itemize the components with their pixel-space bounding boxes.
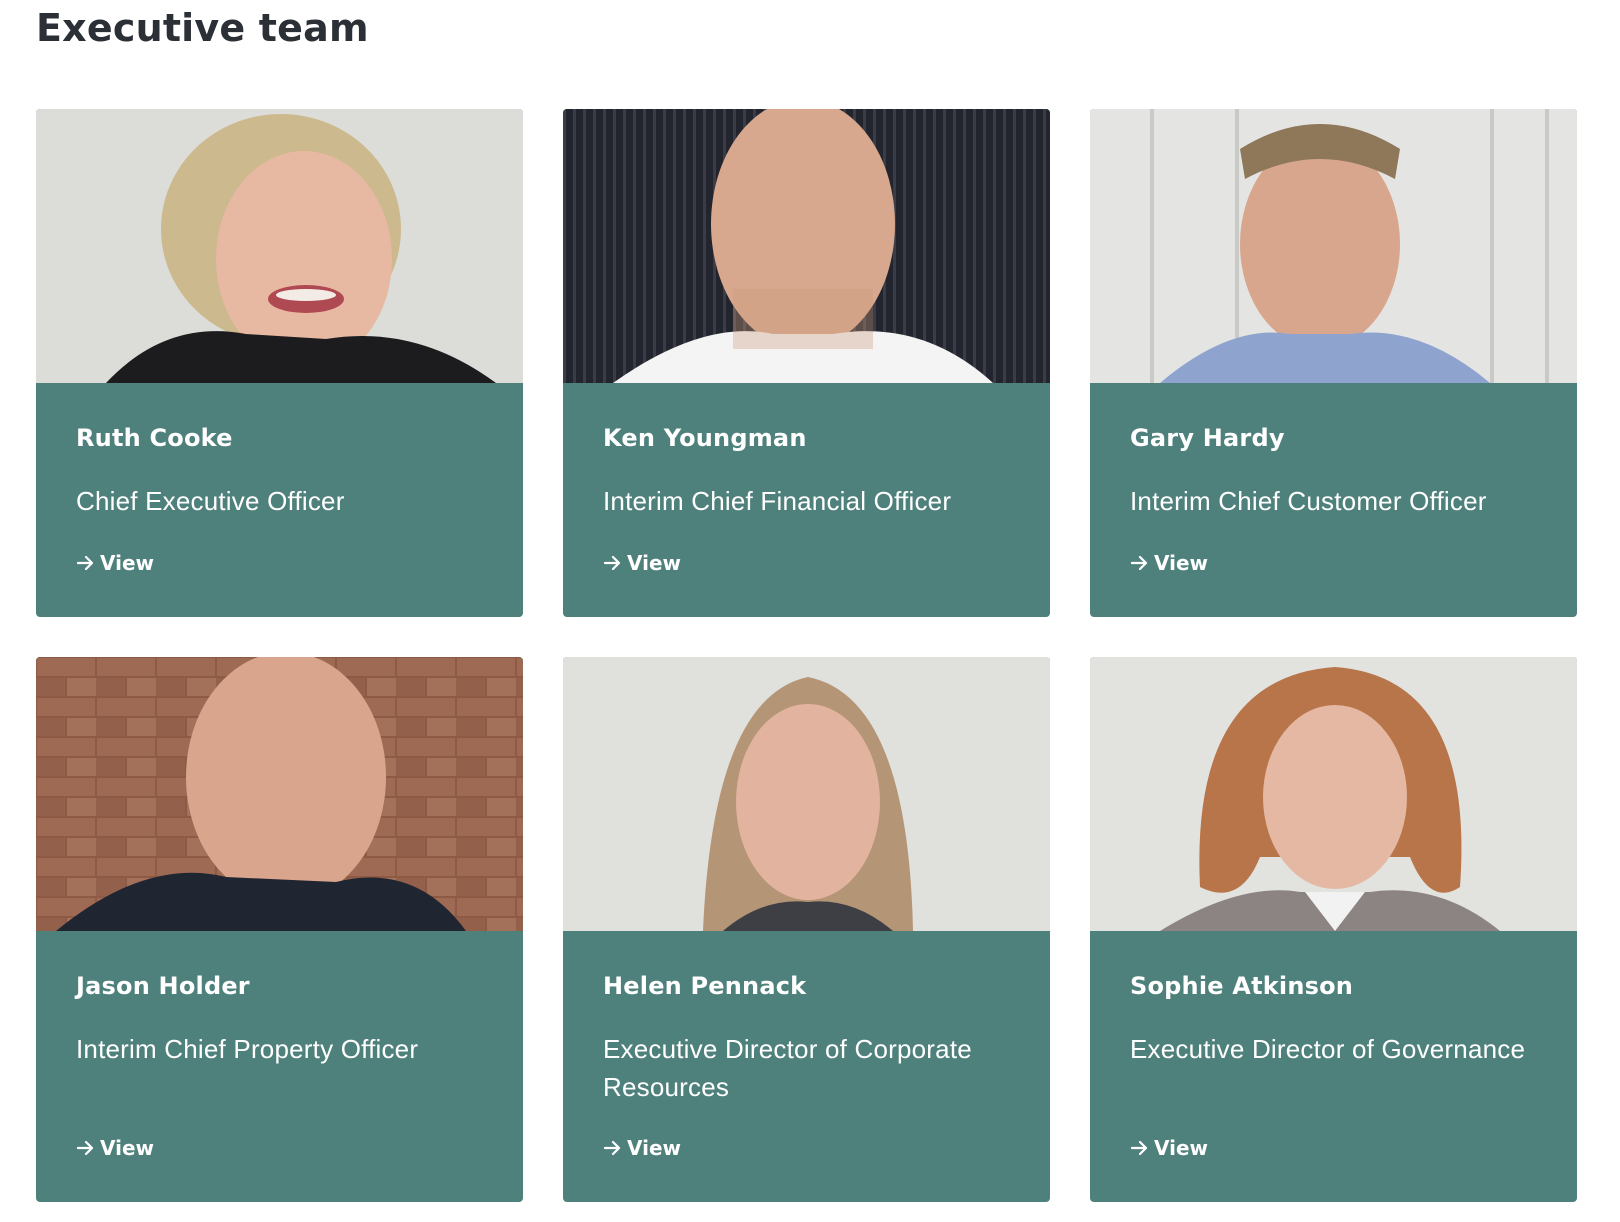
arrow-right-icon (603, 1138, 623, 1158)
profile-photo[interactable] (1090, 657, 1577, 931)
view-link-label: View (627, 1136, 682, 1160)
member-name: Helen Pennack (603, 972, 807, 1000)
view-link[interactable]: View (76, 1136, 154, 1160)
arrow-right-icon (603, 553, 623, 573)
view-link[interactable]: View (1130, 551, 1208, 575)
card-body: Jason Holder Interim Chief Property Offi… (36, 931, 523, 1202)
member-role: Chief Executive Officer (76, 486, 345, 516)
executive-team-page: Executive team Ruth Cooke Chief Executiv… (0, 0, 1620, 1222)
arrow-right-icon (1130, 1138, 1150, 1158)
view-link[interactable]: View (1130, 1136, 1208, 1160)
team-card-gary-hardy[interactable]: Gary Hardy Interim Chief Customer Office… (1090, 109, 1577, 617)
view-link[interactable]: View (603, 1136, 681, 1160)
member-role: Interim Chief Property Officer (76, 1034, 419, 1064)
view-link-label: View (627, 551, 682, 575)
card-body: Gary Hardy Interim Chief Customer Office… (1090, 383, 1577, 617)
member-role: Interim Chief Financial Officer (603, 486, 952, 516)
card-body: Ruth Cooke Chief Executive Officer View (36, 383, 523, 617)
arrow-right-icon (1130, 553, 1150, 573)
team-card-helen-pennack[interactable]: Helen Pennack Executive Director of Corp… (563, 657, 1050, 1202)
member-role: Executive Director of Governance (1130, 1034, 1526, 1064)
member-name: Ken Youngman (603, 424, 807, 452)
team-card-sophie-atkinson[interactable]: Sophie Atkinson Executive Director of Go… (1090, 657, 1577, 1202)
profile-photo[interactable] (1090, 109, 1577, 383)
card-body: Ken Youngman Interim Chief Financial Off… (563, 383, 1050, 617)
view-link[interactable]: View (603, 551, 681, 575)
team-card-ken-youngman[interactable]: Ken Youngman Interim Chief Financial Off… (563, 109, 1050, 617)
view-link-label: View (1154, 551, 1209, 575)
member-role: Executive Director of Corporate Resource… (603, 1034, 972, 1102)
member-name: Sophie Atkinson (1130, 972, 1354, 1000)
profile-photo[interactable] (36, 657, 523, 931)
view-link-label: View (1154, 1136, 1209, 1160)
card-body: Sophie Atkinson Executive Director of Go… (1090, 931, 1577, 1202)
arrow-right-icon (76, 553, 96, 573)
profile-photo[interactable] (36, 109, 523, 383)
section-title: Executive team (36, 6, 369, 50)
member-name: Jason Holder (76, 972, 250, 1000)
arrow-right-icon (76, 1138, 96, 1158)
profile-photo[interactable] (563, 657, 1050, 931)
view-link-label: View (100, 551, 155, 575)
team-card-jason-holder[interactable]: Jason Holder Interim Chief Property Offi… (36, 657, 523, 1202)
view-link-label: View (100, 1136, 155, 1160)
member-role: Interim Chief Customer Officer (1130, 486, 1487, 516)
member-name: Ruth Cooke (76, 424, 233, 452)
member-name: Gary Hardy (1130, 424, 1285, 452)
team-grid: Ruth Cooke Chief Executive Officer View (36, 109, 1578, 1202)
view-link[interactable]: View (76, 551, 154, 575)
card-body: Helen Pennack Executive Director of Corp… (563, 931, 1050, 1202)
profile-photo[interactable] (563, 109, 1050, 383)
team-card-ruth-cooke[interactable]: Ruth Cooke Chief Executive Officer View (36, 109, 523, 617)
